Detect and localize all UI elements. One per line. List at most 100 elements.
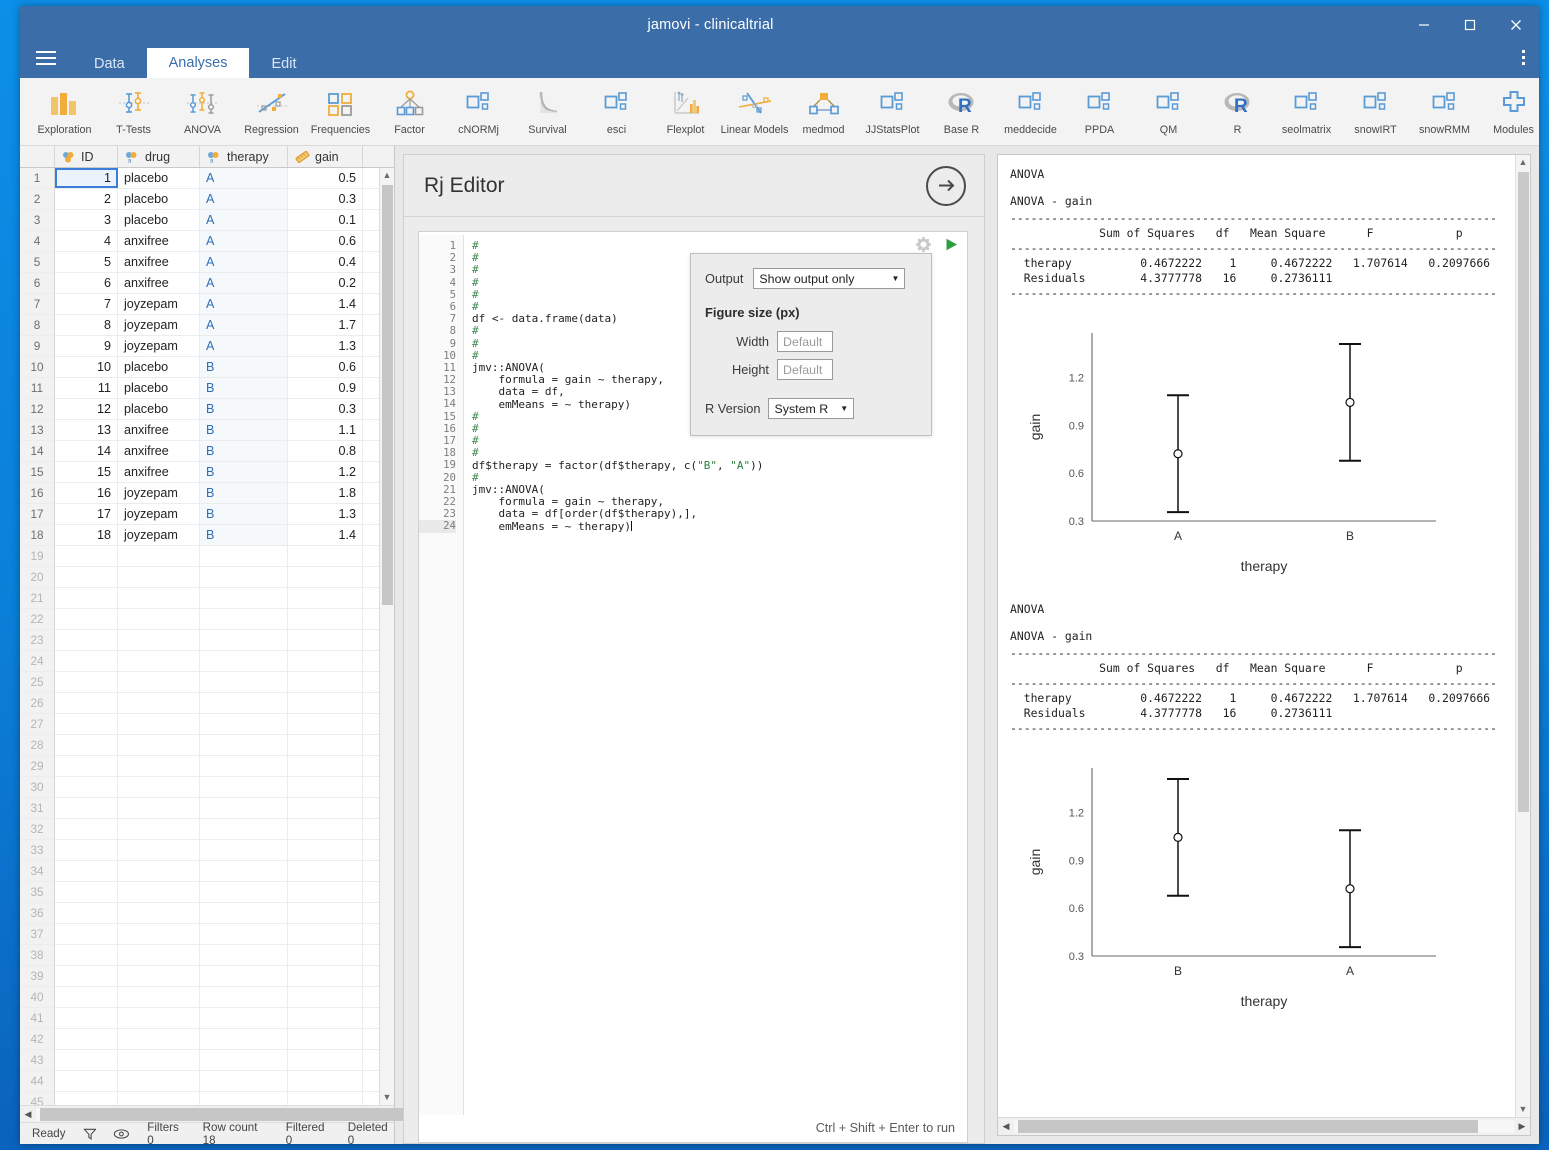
- row-number[interactable]: 36: [20, 903, 55, 923]
- table-row-empty[interactable]: 19: [20, 546, 379, 567]
- cell-empty[interactable]: [118, 672, 200, 692]
- cell-empty[interactable]: [55, 840, 118, 860]
- row-number[interactable]: 39: [20, 966, 55, 986]
- cell-empty[interactable]: [55, 861, 118, 881]
- cell-empty[interactable]: [200, 1092, 288, 1105]
- cell-empty[interactable]: [288, 1008, 363, 1028]
- cell-blank[interactable]: [363, 441, 379, 461]
- cell-drug[interactable]: anxifree: [118, 462, 200, 482]
- table-row-empty[interactable]: 20: [20, 567, 379, 588]
- maximize-button[interactable]: [1447, 6, 1493, 44]
- cell-empty[interactable]: [363, 798, 379, 818]
- cell-empty[interactable]: [118, 903, 200, 923]
- cell-drug[interactable]: joyzepam: [118, 504, 200, 524]
- cell-empty[interactable]: [363, 546, 379, 566]
- cell-gain[interactable]: 0.3: [288, 399, 363, 419]
- cell-gain[interactable]: 0.2: [288, 273, 363, 293]
- cell-empty[interactable]: [118, 609, 200, 629]
- cell-empty[interactable]: [200, 672, 288, 692]
- grid-vertical-scrollbar[interactable]: ▲ ▼: [379, 168, 394, 1105]
- tab-edit[interactable]: Edit: [249, 50, 318, 78]
- cell-empty[interactable]: [200, 1008, 288, 1028]
- cell-empty[interactable]: [363, 1029, 379, 1049]
- cell-gain[interactable]: 1.3: [288, 504, 363, 524]
- cell-empty[interactable]: [200, 609, 288, 629]
- cell-therapy[interactable]: A: [200, 210, 288, 230]
- cell-empty[interactable]: [55, 567, 118, 587]
- code-line[interactable]: #: [472, 447, 967, 459]
- row-number[interactable]: 13: [20, 420, 55, 440]
- table-row[interactable]: 15 15 anxifree B 1.2: [20, 462, 379, 483]
- cell-empty[interactable]: [363, 987, 379, 1007]
- cell-empty[interactable]: [288, 1050, 363, 1070]
- cell-drug[interactable]: joyzepam: [118, 483, 200, 503]
- cell-empty[interactable]: [288, 924, 363, 944]
- cell-empty[interactable]: [118, 882, 200, 902]
- row-number[interactable]: 44: [20, 1071, 55, 1091]
- cell-empty[interactable]: [55, 903, 118, 923]
- cell-ID[interactable]: 2: [55, 189, 118, 209]
- cell-empty[interactable]: [363, 924, 379, 944]
- cell-empty[interactable]: [363, 693, 379, 713]
- cell-empty[interactable]: [200, 882, 288, 902]
- cell-empty[interactable]: [118, 588, 200, 608]
- cell-empty[interactable]: [118, 945, 200, 965]
- table-row-empty[interactable]: 34: [20, 861, 379, 882]
- scroll-down-icon[interactable]: ▼: [383, 1090, 392, 1105]
- row-number[interactable]: 42: [20, 1029, 55, 1049]
- cell-empty[interactable]: [55, 924, 118, 944]
- row-number[interactable]: 28: [20, 735, 55, 755]
- table-row-empty[interactable]: 36: [20, 903, 379, 924]
- cell-therapy[interactable]: A: [200, 336, 288, 356]
- row-number[interactable]: 1: [20, 168, 55, 188]
- cell-ID[interactable]: 15: [55, 462, 118, 482]
- cell-empty[interactable]: [200, 567, 288, 587]
- cell-empty[interactable]: [55, 693, 118, 713]
- cell-empty[interactable]: [55, 1008, 118, 1028]
- ribbon-item-flexplot[interactable]: Flexplot: [651, 82, 720, 136]
- minimize-button[interactable]: [1401, 6, 1447, 44]
- cell-empty[interactable]: [288, 966, 363, 986]
- table-row[interactable]: 18 18 joyzepam B 1.4: [20, 525, 379, 546]
- row-number[interactable]: 40: [20, 987, 55, 1007]
- cell-empty[interactable]: [118, 798, 200, 818]
- cell-empty[interactable]: [118, 1008, 200, 1028]
- row-number[interactable]: 30: [20, 777, 55, 797]
- cell-blank[interactable]: [363, 231, 379, 251]
- cell-blank[interactable]: [363, 399, 379, 419]
- table-row-empty[interactable]: 35: [20, 882, 379, 903]
- ribbon-item-snowrmm[interactable]: snowRMM: [1410, 82, 1479, 136]
- cell-empty[interactable]: [288, 882, 363, 902]
- cell-empty[interactable]: [118, 819, 200, 839]
- cell-therapy[interactable]: B: [200, 441, 288, 461]
- cell-gain[interactable]: 0.5: [288, 168, 363, 188]
- cell-ID[interactable]: 7: [55, 294, 118, 314]
- width-input[interactable]: Default: [777, 331, 833, 352]
- table-row[interactable]: 17 17 joyzepam B 1.3: [20, 504, 379, 525]
- ribbon-item-modules[interactable]: Modules: [1479, 82, 1539, 136]
- r-version-select[interactable]: System R ▼: [768, 398, 855, 419]
- grid-horizontal-scrollbar[interactable]: ◀ ▶: [20, 1105, 440, 1122]
- scroll-thumb[interactable]: [1517, 172, 1529, 812]
- cell-therapy[interactable]: A: [200, 252, 288, 272]
- cell-gain[interactable]: 0.6: [288, 231, 363, 251]
- cell-empty[interactable]: [118, 756, 200, 776]
- cell-empty[interactable]: [363, 903, 379, 923]
- row-number[interactable]: 22: [20, 609, 55, 629]
- cell-drug[interactable]: joyzepam: [118, 525, 200, 545]
- cell-ID[interactable]: 3: [55, 210, 118, 230]
- cell-empty[interactable]: [363, 567, 379, 587]
- cell-empty[interactable]: [55, 588, 118, 608]
- cell-empty[interactable]: [118, 651, 200, 671]
- cell-empty[interactable]: [288, 777, 363, 797]
- hscroll-track[interactable]: [1014, 1120, 1514, 1133]
- results-horizontal-scrollbar[interactable]: ◀ ▶: [998, 1117, 1530, 1135]
- row-number[interactable]: 14: [20, 441, 55, 461]
- cell-empty[interactable]: [55, 882, 118, 902]
- cell-blank[interactable]: [363, 252, 379, 272]
- cell-empty[interactable]: [288, 714, 363, 734]
- cell-blank[interactable]: [363, 420, 379, 440]
- cell-blank[interactable]: [363, 315, 379, 335]
- grid-corner[interactable]: [20, 146, 55, 167]
- cell-empty[interactable]: [288, 1092, 363, 1105]
